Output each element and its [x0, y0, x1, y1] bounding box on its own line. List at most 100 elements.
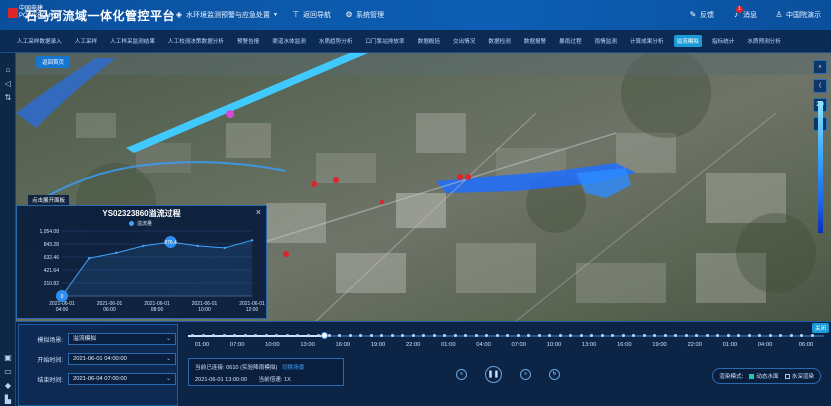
data-point[interactable] — [142, 244, 145, 248]
sound-icon[interactable]: ◁ — [3, 79, 13, 89]
map-marker[interactable] — [465, 174, 471, 180]
nav-tab[interactable]: 口门泵站排放率 — [362, 35, 407, 47]
time-tick[interactable] — [684, 334, 688, 337]
time-tick[interactable] — [432, 334, 436, 337]
nav-tab[interactable]: 预警告报 — [234, 35, 262, 47]
nav-tab[interactable]: 人工校测决策数据分析 — [165, 35, 227, 47]
time-label: 04:00 — [476, 342, 491, 348]
map-marker[interactable] — [311, 181, 317, 187]
rewind-icon[interactable]: « — [456, 369, 467, 380]
time-tick[interactable] — [516, 334, 520, 337]
time-tick[interactable] — [243, 334, 247, 337]
time-tick[interactable] — [811, 334, 814, 337]
time-tick[interactable] — [642, 334, 646, 337]
layers-icon[interactable]: ◆ — [3, 381, 13, 391]
time-tick[interactable] — [579, 334, 583, 337]
nav-tab[interactable]: 计算成果分析 — [627, 35, 667, 47]
time-tick[interactable] — [558, 334, 562, 337]
time-tick[interactable] — [621, 334, 625, 337]
y-tick-label: 1,054.08 — [40, 229, 60, 235]
data-point[interactable] — [87, 257, 91, 260]
nav-tab[interactable]: 交出情况 — [450, 35, 478, 47]
nav-tab[interactable]: 数据报警 — [521, 35, 549, 47]
user-menu[interactable]: ♙ 中国院演示 — [775, 10, 821, 20]
menu-water-warning[interactable]: ◈ 水环境监测预警与应急处置 ▼ — [175, 10, 278, 20]
nav-tab[interactable]: 暴雨过程 — [556, 35, 584, 47]
time-tick[interactable] — [768, 334, 772, 337]
home-icon[interactable]: ⌂ — [3, 65, 13, 75]
time-tick[interactable] — [222, 334, 226, 337]
nav-tab[interactable]: 数据检测 — [485, 35, 513, 47]
search-icon[interactable]: ⌕ — [813, 60, 827, 74]
time-tick[interactable] — [474, 334, 478, 337]
pause-icon[interactable]: ❚❚ — [485, 366, 502, 383]
time-tick[interactable] — [390, 334, 394, 337]
refresh-icon[interactable]: ⇅ — [3, 93, 13, 103]
map-marker[interactable] — [380, 200, 384, 204]
share-icon[interactable]: ⟨ — [813, 79, 827, 93]
time-slider[interactable]: 01:00 07:00 10:00 13:00 16:00 19:00 22:00 01:00… — [188, 332, 824, 354]
time-tick[interactable] — [201, 334, 205, 337]
time-tick[interactable] — [789, 334, 793, 337]
chart-icon[interactable]: ▙ — [3, 395, 13, 405]
nav-tab[interactable]: 水质趋势分析 — [316, 35, 356, 47]
return-home-button[interactable]: 返回首页 — [36, 56, 71, 68]
depth-render-checkbox[interactable] — [784, 373, 790, 379]
time-tick[interactable] — [264, 334, 268, 337]
form-row-end: 结束时间: 2021-06-04 07:00:00 ⌄ — [25, 373, 176, 385]
start-time-select[interactable]: 2021-06-01 04:00:00 ⌄ — [68, 353, 176, 365]
map-marker[interactable] — [226, 110, 234, 118]
nav-tab[interactable]: 雨情监测 — [592, 35, 620, 47]
dynamic-water-checkbox[interactable] — [749, 373, 755, 379]
time-label: 22:00 — [687, 342, 702, 348]
window-icon[interactable]: ▣ — [3, 353, 13, 363]
data-point[interactable] — [223, 246, 227, 250]
nav-tab[interactable]: 渠道水体监测 — [269, 35, 309, 47]
data-point[interactable] — [250, 239, 254, 242]
time-tick[interactable] — [726, 334, 730, 337]
time-tick[interactable] — [212, 334, 216, 337]
close-timeline-button[interactable]: 关闭 — [811, 323, 829, 333]
feedback-button[interactable]: ✎ 反馈 — [689, 10, 714, 20]
time-tick[interactable] — [600, 334, 604, 337]
data-point[interactable] — [196, 244, 199, 248]
time-tick[interactable] — [327, 334, 331, 337]
end-time-select[interactable]: 2021-06-04 07:00:00 ⌄ — [68, 373, 176, 385]
nav-tab[interactable]: 数据概括 — [415, 35, 443, 47]
x-tick-label: 04:00 — [56, 307, 69, 313]
time-tick[interactable] — [747, 334, 751, 337]
time-slider-handle[interactable] — [321, 332, 329, 339]
map-marker[interactable] — [283, 251, 289, 257]
map-marker[interactable] — [457, 174, 463, 180]
time-tick[interactable] — [705, 334, 709, 337]
monitor-icon[interactable]: ▭ — [3, 367, 13, 377]
form-row-scenario: 模拟场景: 溢流模拟 ⌄ — [25, 333, 176, 345]
scenario-select[interactable]: 溢流模拟 ⌄ — [68, 333, 176, 345]
expand-panel-tag[interactable]: 点击展开面板 — [28, 195, 70, 205]
time-tick[interactable] — [369, 334, 373, 337]
time-tick[interactable] — [663, 334, 667, 337]
time-tick[interactable] — [411, 334, 415, 337]
map-marker[interactable] — [333, 177, 339, 183]
time-tick[interactable] — [453, 334, 457, 337]
reset-icon[interactable]: ↻ — [549, 369, 560, 380]
messages-button[interactable]: ♪ 1 消息 — [732, 6, 757, 20]
time-tick[interactable] — [191, 334, 194, 337]
time-tick[interactable] — [348, 334, 352, 337]
data-point[interactable] — [115, 251, 118, 255]
nav-tab[interactable]: 人工采样 — [72, 35, 100, 47]
nav-tab[interactable]: 人工采样数据录入 — [14, 35, 65, 47]
nav-tab[interactable]: 水质预测分析 — [744, 35, 784, 47]
time-tick[interactable] — [285, 334, 289, 337]
depth-legend-bar — [818, 101, 823, 233]
nav-tab[interactable]: 指标统计 — [709, 35, 737, 47]
time-tick[interactable] — [306, 334, 310, 337]
menu-system-settings[interactable]: ⚙ 系统管理 — [345, 10, 384, 20]
forward-icon[interactable]: » — [520, 369, 531, 380]
nav-tab[interactable]: 溢流模拟 — [673, 35, 702, 47]
time-tick[interactable] — [537, 334, 541, 337]
time-tick[interactable] — [495, 334, 499, 337]
nav-tab[interactable]: 人工样采监测结果 — [107, 35, 158, 47]
menu-return-nav[interactable]: ⊤ 返回导航 — [292, 10, 330, 20]
switch-scenario-link[interactable]: 切换场景 — [282, 365, 304, 371]
